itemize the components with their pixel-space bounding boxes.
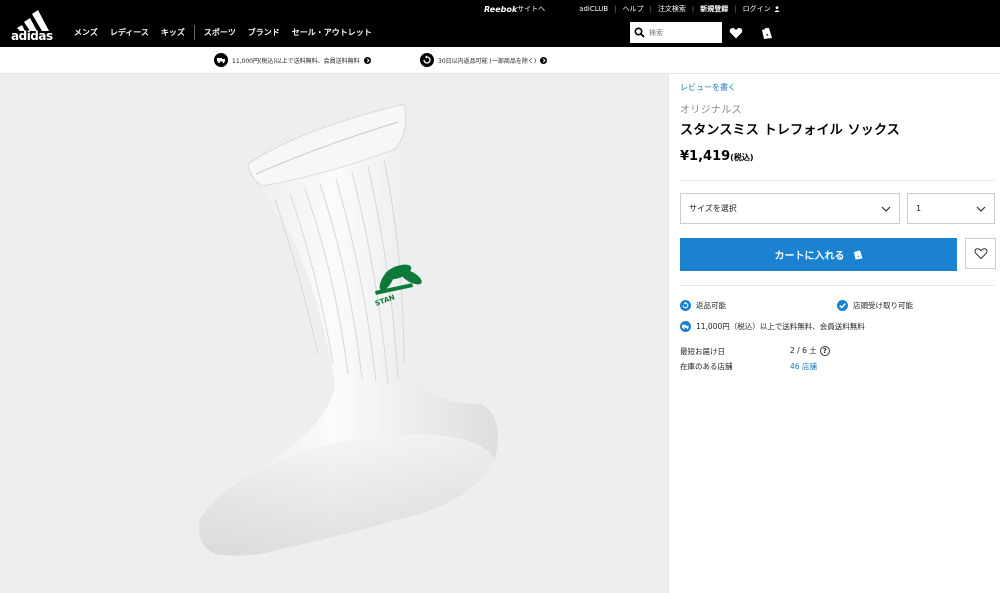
delivery-date-label: 最短お届け日 [680,347,725,356]
adiclub-link[interactable]: adiCLUB [579,5,608,13]
register-link[interactable]: 新規登録 [700,4,728,14]
return-icon [420,53,434,67]
nav-kids[interactable]: キッズ [161,27,185,38]
nav-divider [193,25,195,40]
help-link[interactable]: ヘルプ [623,4,644,14]
chevron-down-icon [881,206,891,212]
promo-returns[interactable]: 30日以内返品可能 (一部商品を除く) [420,53,548,67]
search-icon[interactable] [634,27,645,38]
promo-returns-text[interactable]: 30日以内返品可能 (一部商品を除く) [438,56,536,65]
search-input[interactable] [649,28,719,37]
quantity-select[interactable]: 1 [907,193,995,224]
price-tax-note: (税込) [730,153,754,162]
promo-shipping[interactable]: 11,000円(税込)以上で送料無料、会員送料無料 [214,53,371,67]
wishlist-heart-icon[interactable] [729,26,743,40]
chevron-down-icon [976,206,986,212]
chevron-right-icon [540,56,548,64]
chevron-right-icon [363,56,371,64]
product-image-area[interactable]: STAN [0,74,668,593]
heart-outline-icon [974,248,987,260]
separator: | [691,5,695,13]
wishlist-button[interactable] [965,238,996,269]
separator: | [734,5,737,13]
feature-returns: 返品可能 [680,300,726,311]
login-link[interactable]: ログイン [743,4,771,14]
divider [680,180,994,181]
nav-brands[interactable]: ブランド [248,27,280,38]
delivery-date-value: 2 / 6 土 [790,346,817,355]
size-select[interactable]: サイズを選択 [680,193,900,224]
reebok-link-suffix[interactable]: サイトへ [517,4,545,14]
product-info-panel: レビューを書く オリジナルス スタンスミス トレフォイル ソックス ¥1,419… [668,74,1000,593]
product-price: ¥1,419(税込) [680,149,753,164]
adidas-logo[interactable]: adidas [9,4,57,46]
add-to-cart-label: カートに入れる [774,251,845,262]
logo-wordmark: adidas [11,29,53,43]
order-search-link[interactable]: 注文検索 [658,4,686,14]
main-nav: adidas メンズ レディース キッズ スポーツ ブランド セール・アウトレッ… [0,10,1000,47]
nav-ladies[interactable]: レディース [110,27,149,38]
cart-bag-icon[interactable] [760,26,774,40]
search-box[interactable] [630,22,722,43]
reebok-link[interactable]: Reebok [484,5,517,14]
product-brand[interactable]: オリジナルス [680,101,742,116]
cart-bag-icon [853,250,862,260]
store-stock-link[interactable]: 46 店舗 [790,361,817,372]
product-image-sock: STAN [199,103,499,556]
utility-bar: Reebok サイトへ adiCLUB | ヘルプ | 注文検索 | 新規登録 … [0,0,1000,18]
help-question-icon[interactable]: ? [819,345,830,356]
check-icon [837,300,848,311]
feature-pickup-text: 店頭受け取り可能 [853,301,913,310]
store-stock-label: 在庫のある店舗 [680,362,733,371]
return-icon [680,300,691,311]
feature-free-shipping: 11,000円（税込）以上で送料無料、会員送料無料 [680,321,865,332]
divider [680,285,994,286]
nav-sale-outlet[interactable]: セール・アウトレット [292,27,372,38]
feature-store-pickup: 店頭受け取り可能 [837,300,913,311]
delivery-date: 2 / 6 土 ? [790,345,830,356]
nav-mens[interactable]: メンズ [74,27,98,38]
separator: | [614,5,617,13]
price-value: ¥1,419 [680,149,731,164]
promo-shipping-text[interactable]: 11,000円(税込)以上で送料無料、会員送料無料 [232,56,360,65]
user-icon [774,6,780,12]
truck-icon [680,321,691,332]
separator: | [649,5,652,13]
feature-shipping-text: 11,000円（税込）以上で送料無料、会員送料無料 [696,322,865,331]
size-select-value: サイズを選択 [689,204,737,213]
promo-strip: 11,000円(税込)以上で送料無料、会員送料無料 30日以内返品可能 (一部商… [0,47,1000,74]
quantity-select-value: 1 [916,204,922,213]
write-review-link[interactable]: レビューを書く [680,82,736,93]
add-to-cart-button[interactable]: カートに入れる [680,238,957,271]
nav-sports[interactable]: スポーツ [204,27,236,38]
truck-icon [214,53,228,67]
product-title: スタンスミス トレフォイル ソックス [680,123,901,138]
feature-returns-text: 返品可能 [696,301,726,310]
